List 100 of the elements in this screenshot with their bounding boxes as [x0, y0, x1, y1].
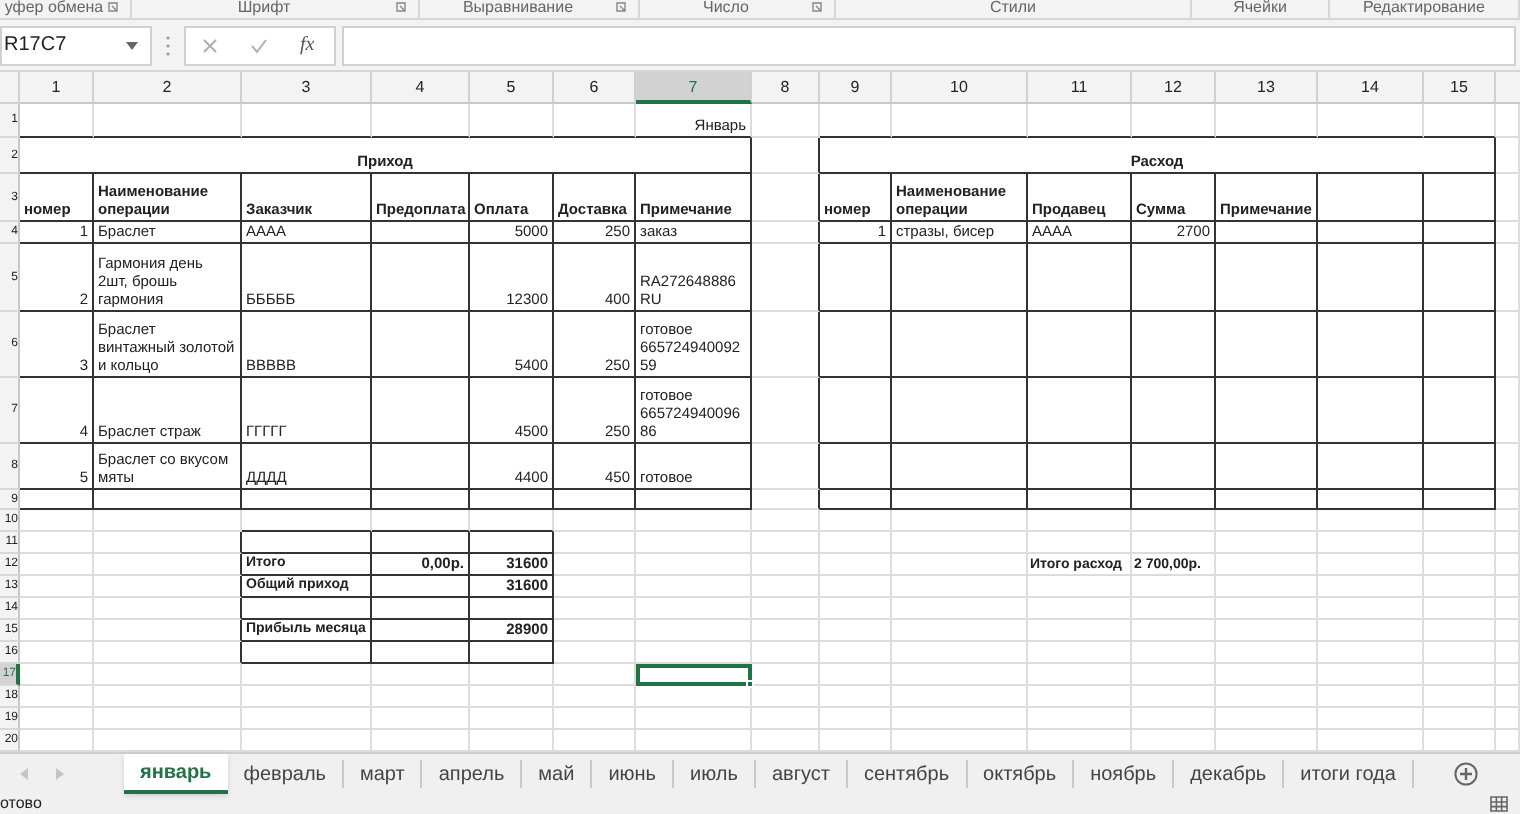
- empty-cell[interactable]: [1216, 244, 1318, 312]
- empty-cell[interactable]: [1424, 378, 1496, 444]
- scroll-left-icon[interactable]: [20, 768, 28, 780]
- empty-cell[interactable]: [1028, 244, 1132, 312]
- empty-cell[interactable]: [752, 244, 820, 312]
- sheet-tab[interactable]: июнь: [592, 760, 675, 788]
- check-icon[interactable]: [250, 37, 268, 53]
- empty-cell[interactable]: [372, 444, 470, 490]
- empty-cell[interactable]: [470, 598, 554, 620]
- empty-cell[interactable]: [752, 490, 820, 510]
- name-box[interactable]: R17C7: [0, 25, 152, 65]
- column-header[interactable]: 5: [470, 72, 554, 104]
- empty-cell[interactable]: [94, 642, 242, 664]
- empty-cell[interactable]: [94, 532, 242, 554]
- empty-cell[interactable]: [892, 312, 1028, 378]
- empty-cell[interactable]: [372, 244, 470, 312]
- empty-cell[interactable]: [242, 490, 372, 510]
- empty-cell[interactable]: [752, 378, 820, 444]
- empty-cell[interactable]: [94, 620, 242, 642]
- sheet-tab[interactable]: ноябрь: [1074, 760, 1175, 788]
- empty-cell[interactable]: [752, 312, 820, 378]
- empty-cell[interactable]: [372, 598, 470, 620]
- insert-function-button[interactable]: fx: [300, 30, 315, 60]
- column-header[interactable]: 9: [820, 72, 892, 104]
- empty-cell[interactable]: [1216, 378, 1318, 444]
- column-header[interactable]: 15: [1424, 72, 1496, 104]
- empty-cell[interactable]: [94, 598, 242, 620]
- empty-cell[interactable]: [242, 598, 372, 620]
- dialog-launcher-icon[interactable]: [616, 2, 626, 12]
- empty-cell[interactable]: [1424, 312, 1496, 378]
- formula-input[interactable]: [342, 25, 1516, 65]
- dialog-launcher-icon[interactable]: [812, 2, 822, 12]
- empty-cell[interactable]: [372, 222, 470, 244]
- empty-cell[interactable]: [1424, 174, 1496, 222]
- empty-cell[interactable]: [1132, 378, 1216, 444]
- empty-cell[interactable]: [1424, 244, 1496, 312]
- empty-cell[interactable]: [820, 378, 892, 444]
- empty-cell[interactable]: [1216, 444, 1318, 490]
- empty-cell[interactable]: [372, 378, 470, 444]
- add-sheet-icon[interactable]: [1454, 762, 1479, 786]
- scroll-right-icon[interactable]: [56, 768, 64, 780]
- empty-cell[interactable]: [1028, 312, 1132, 378]
- empty-cell[interactable]: [892, 444, 1028, 490]
- column-header[interactable]: 7: [636, 72, 752, 104]
- empty-cell[interactable]: [1132, 244, 1216, 312]
- empty-cell[interactable]: [1028, 490, 1132, 510]
- empty-cell[interactable]: [372, 312, 470, 378]
- column-header[interactable]: 14: [1318, 72, 1424, 104]
- column-header[interactable]: 6: [554, 72, 636, 104]
- sheet-tab[interactable]: итоги года: [1284, 760, 1414, 788]
- empty-cell[interactable]: [470, 532, 554, 554]
- empty-cell[interactable]: [1216, 222, 1318, 244]
- empty-cell[interactable]: [1318, 174, 1424, 222]
- sheet-tab[interactable]: октябрь: [967, 760, 1075, 788]
- empty-cell[interactable]: [1424, 490, 1496, 510]
- empty-cell[interactable]: [1132, 490, 1216, 510]
- column-header[interactable]: 4: [372, 72, 470, 104]
- empty-cell[interactable]: [1216, 490, 1318, 510]
- empty-cell[interactable]: [820, 244, 892, 312]
- column-header[interactable]: 3: [242, 72, 372, 104]
- empty-cell[interactable]: [820, 490, 892, 510]
- empty-cell[interactable]: [1318, 222, 1424, 244]
- empty-cell[interactable]: [820, 444, 892, 490]
- empty-cell[interactable]: [94, 490, 242, 510]
- empty-cell[interactable]: [94, 576, 242, 598]
- empty-cell[interactable]: [752, 138, 820, 174]
- empty-cell[interactable]: [94, 554, 242, 576]
- empty-cell[interactable]: [892, 490, 1028, 510]
- empty-cell[interactable]: [752, 174, 820, 222]
- empty-cell[interactable]: [242, 532, 372, 554]
- empty-cell[interactable]: [1028, 378, 1132, 444]
- dialog-launcher-icon[interactable]: [396, 2, 406, 12]
- sheet-tab[interactable]: март: [344, 760, 423, 788]
- empty-cell[interactable]: [820, 312, 892, 378]
- empty-cell[interactable]: [1318, 490, 1424, 510]
- empty-cell[interactable]: [892, 378, 1028, 444]
- column-header[interactable]: 13: [1216, 72, 1318, 104]
- column-header[interactable]: 12: [1132, 72, 1216, 104]
- empty-cell[interactable]: [372, 490, 470, 510]
- column-header[interactable]: 11: [1028, 72, 1132, 104]
- empty-cell[interactable]: [372, 620, 470, 642]
- column-header[interactable]: 1: [20, 72, 94, 104]
- cancel-icon[interactable]: [202, 37, 218, 53]
- empty-cell[interactable]: [752, 222, 820, 244]
- selected-cell[interactable]: [636, 664, 752, 686]
- sheet-tab[interactable]: апрель: [422, 760, 523, 788]
- select-all-corner[interactable]: [0, 72, 20, 104]
- empty-cell[interactable]: [470, 642, 554, 664]
- fill-handle[interactable]: [746, 680, 754, 688]
- sheet-tab[interactable]: июль: [674, 760, 756, 788]
- empty-cell[interactable]: [1132, 444, 1216, 490]
- sheet-tab[interactable]: сентябрь: [847, 760, 968, 788]
- empty-cell[interactable]: [1132, 312, 1216, 378]
- column-header[interactable]: 2: [94, 72, 242, 104]
- empty-cell[interactable]: [1318, 312, 1424, 378]
- sheet-tab[interactable]: май: [522, 760, 593, 788]
- sheet-tab[interactable]: август: [755, 760, 848, 788]
- empty-cell[interactable]: [372, 532, 470, 554]
- empty-cell[interactable]: [372, 576, 470, 598]
- empty-cell[interactable]: [470, 490, 554, 510]
